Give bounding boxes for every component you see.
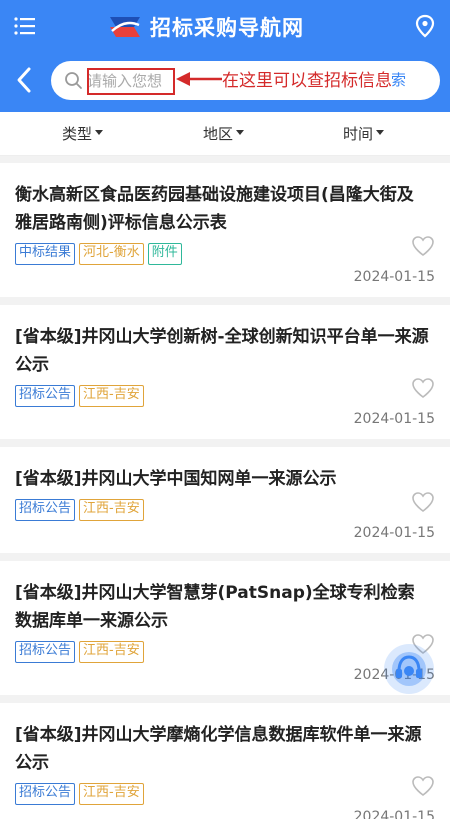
tag-region[interactable]: 河北-衡水 (79, 243, 144, 265)
item-title[interactable]: [省本级]井冈山大学创新树-全球创新知识平台单一来源公示 (15, 323, 435, 379)
brand: 招标采购导航网 (108, 11, 304, 43)
item-title[interactable]: [省本级]井冈山大学中国知网单一来源公示 (15, 465, 435, 493)
annotation-arrow-icon (176, 72, 222, 86)
tag-region[interactable]: 江西-吉安 (79, 783, 144, 805)
list-item[interactable]: [省本级]井冈山大学摩熵化学信息数据库软件单一来源公示 招标公告 江西-吉安 2… (0, 703, 450, 819)
tag-type[interactable]: 招标公告 (15, 783, 76, 805)
filter-region[interactable]: 地区 (203, 123, 245, 144)
heart-icon[interactable] (411, 775, 435, 797)
item-date: 2024-01-15 (353, 411, 435, 427)
search-icon (65, 72, 82, 89)
tag-region[interactable]: 江西-吉安 (79, 641, 144, 663)
filter-time[interactable]: 时间 (343, 123, 385, 144)
app-title: 招标采购导航网 (150, 16, 304, 40)
item-date: 2024-01-15 (353, 269, 435, 285)
tag-region[interactable]: 江西-吉安 (79, 499, 144, 521)
item-tags: 中标结果 河北-衡水 附件 (15, 243, 435, 265)
tag-type[interactable]: 中标结果 (15, 243, 76, 265)
caret-down-icon (95, 130, 104, 135)
item-tags: 招标公告 江西-吉安 (15, 641, 435, 663)
customer-service-icon (392, 652, 426, 686)
item-title[interactable]: [省本级]井冈山大学摩熵化学信息数据库软件单一来源公示 (15, 721, 435, 777)
filter-bar: 类型 地区 时间 (0, 112, 450, 156)
filter-type[interactable]: 类型 (62, 123, 104, 144)
item-date: 2024-01-15 (353, 525, 435, 541)
list-item[interactable]: 衡水高新区食品医药园基础设施建设项目(昌隆大街及雅居路南侧)评标信息公示表 中标… (0, 163, 450, 297)
heart-icon[interactable] (411, 491, 435, 513)
annotation-text: 在这里可以查招标信息 (222, 71, 392, 91)
heart-icon[interactable] (411, 235, 435, 257)
top-bar: 招标采购导航网 (0, 0, 450, 55)
filter-type-label: 类型 (62, 125, 93, 143)
caret-down-icon (236, 130, 245, 135)
item-title[interactable]: [省本级]井冈山大学智慧芽(PatSnap)全球专利检索数据库单一来源公示 (15, 579, 435, 635)
item-date: 2024-01-15 (353, 667, 435, 683)
app-header: 招标采购导航网 索 在这里可以查招标信息 (0, 0, 450, 112)
item-title[interactable]: 衡水高新区食品医药园基础设施建设项目(昌隆大街及雅居路南侧)评标信息公示表 (15, 181, 435, 237)
tag-attachment[interactable]: 附件 (147, 243, 182, 265)
item-date: 2024-01-15 (353, 809, 435, 819)
location-pin-icon[interactable] (414, 14, 436, 38)
back-arrow-icon[interactable] (15, 66, 33, 94)
tag-type[interactable]: 招标公告 (15, 499, 76, 521)
heart-icon[interactable] (411, 377, 435, 399)
list-item[interactable]: [省本级]井冈山大学智慧芽(PatSnap)全球专利检索数据库单一来源公示 招标… (0, 561, 450, 695)
item-tags: 招标公告 江西-吉安 (15, 499, 435, 521)
customer-service-button[interactable] (384, 644, 434, 694)
list-item[interactable]: [省本级]井冈山大学中国知网单一来源公示 招标公告 江西-吉安 2024-01-… (0, 447, 450, 553)
item-tags: 招标公告 江西-吉安 (15, 385, 435, 407)
tag-type[interactable]: 招标公告 (15, 385, 76, 407)
filter-region-label: 地区 (203, 125, 234, 143)
tag-type[interactable]: 招标公告 (15, 641, 76, 663)
tender-list: 衡水高新区食品医药园基础设施建设项目(昌隆大街及雅居路南侧)评标信息公示表 中标… (0, 163, 450, 819)
menu-icon[interactable] (14, 16, 36, 36)
annotation-highlight-box (87, 68, 175, 95)
brand-logo-icon (110, 17, 140, 37)
search-button[interactable]: 索 (391, 69, 406, 90)
filter-time-label: 时间 (343, 125, 374, 143)
list-item[interactable]: [省本级]井冈山大学创新树-全球创新知识平台单一来源公示 招标公告 江西-吉安 … (0, 305, 450, 439)
tag-region[interactable]: 江西-吉安 (79, 385, 144, 407)
item-tags: 招标公告 江西-吉安 (15, 783, 435, 805)
caret-down-icon (376, 130, 385, 135)
